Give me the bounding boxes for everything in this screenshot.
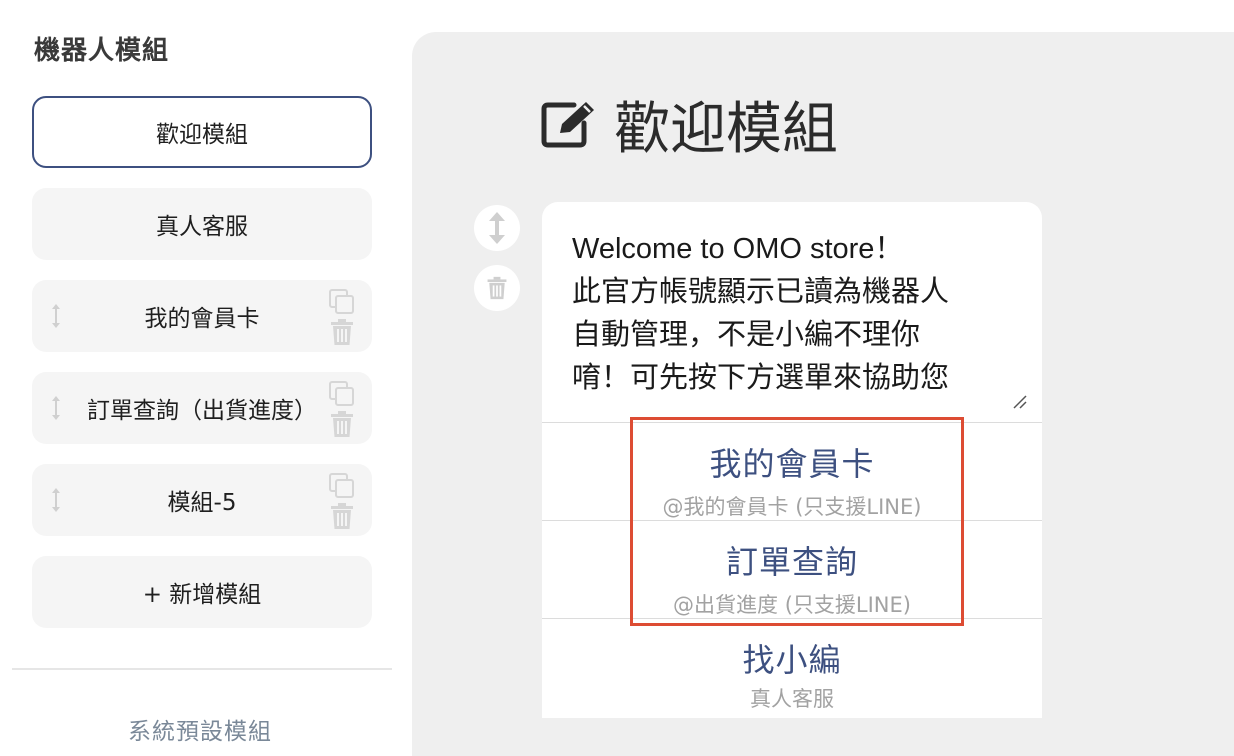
option-find-staff[interactable]: 找小編 真人客服 — [542, 618, 1042, 718]
module-order-query-button[interactable]: 訂單查詢（出貨進度） — [32, 372, 372, 444]
module-5-button[interactable]: 模組-5 — [32, 464, 372, 536]
module-member-card-button[interactable]: 我的會員卡 — [32, 280, 372, 352]
copy-icon[interactable] — [328, 472, 356, 500]
drag-handle-icon[interactable] — [50, 302, 62, 330]
divider — [12, 668, 392, 670]
module-editor-panel: 歡迎模組 Welcome to OMO store！ 此官方帳號顯示已讀為機器人… — [412, 32, 1234, 756]
copy-icon[interactable] — [328, 380, 356, 408]
option-label: 找小編 — [742, 641, 842, 679]
option-label: 我的會員卡 — [709, 445, 875, 483]
add-module-button[interactable]: + 新增模組 — [32, 556, 372, 628]
page-title: 歡迎模組 — [540, 84, 838, 165]
add-module-label: + 新增模組 — [142, 582, 262, 608]
drag-handle-icon — [489, 212, 505, 244]
reorder-button[interactable] — [474, 205, 520, 251]
copy-icon[interactable] — [328, 288, 356, 316]
option-order-query[interactable]: 訂單查詢 @出貨進度 (只支援LINE) — [542, 520, 1042, 618]
option-action: 真人客服 — [750, 687, 834, 711]
sidebar-title: 機器人模組 — [34, 36, 170, 66]
module-welcome-button[interactable]: 歡迎模組 — [32, 96, 372, 168]
welcome-message-card: Welcome to OMO store！ 此官方帳號顯示已讀為機器人 自動管理… — [542, 202, 1042, 718]
resize-grip-icon[interactable] — [1010, 392, 1028, 410]
module-label: 訂單查詢（出貨進度） — [87, 398, 317, 424]
module-label: 歡迎模組 — [156, 122, 248, 148]
option-action: @出貨進度 (只支援LINE) — [673, 593, 911, 617]
trash-icon — [487, 276, 507, 300]
drag-handle-icon[interactable] — [50, 486, 62, 514]
edit-icon — [541, 101, 594, 147]
module-live-agent-button[interactable]: 真人客服 — [32, 188, 372, 260]
page-title-text: 歡迎模組 — [614, 97, 838, 162]
sidebar: 機器人模組 歡迎模組 真人客服 我的會員卡 訂單查詢（出貨進度） 模組-5 + … — [0, 0, 400, 756]
trash-icon[interactable] — [328, 318, 356, 346]
option-action: @我的會員卡 (只支援LINE) — [662, 495, 922, 519]
trash-icon[interactable] — [328, 410, 356, 438]
module-label: 模組-5 — [167, 490, 237, 516]
module-label: 真人客服 — [156, 214, 248, 240]
option-label: 訂單查詢 — [725, 543, 858, 581]
welcome-message-textarea[interactable]: Welcome to OMO store！ 此官方帳號顯示已讀為機器人 自動管理… — [572, 228, 1012, 400]
drag-handle-icon[interactable] — [50, 394, 62, 422]
option-member-card[interactable]: 我的會員卡 @我的會員卡 (只支援LINE) — [542, 422, 1042, 520]
trash-icon[interactable] — [328, 502, 356, 530]
system-default-modules-link[interactable]: 系統預設模組 — [0, 712, 400, 746]
module-label: 我的會員卡 — [144, 306, 260, 332]
delete-button[interactable] — [474, 265, 520, 311]
